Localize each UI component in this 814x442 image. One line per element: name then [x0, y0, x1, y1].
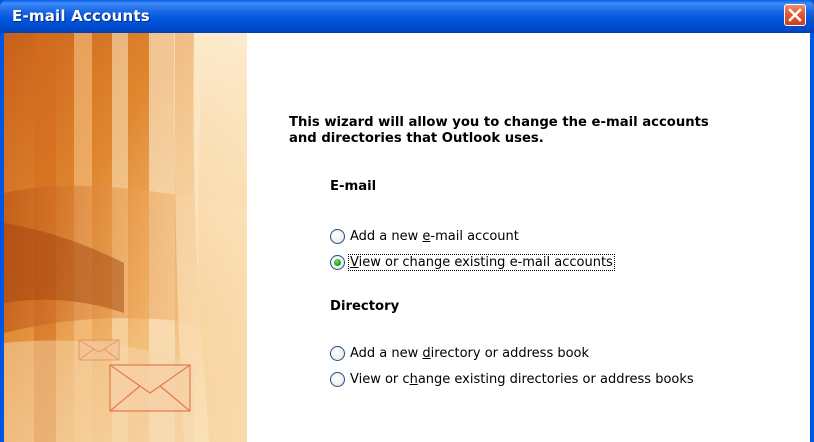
dialog-client-area: This wizard will allow you to change the… — [4, 33, 810, 442]
small-envelope-icon — [78, 339, 120, 361]
radio-button[interactable] — [330, 345, 345, 361]
add-email-account-label: Add a new e-mail account — [350, 228, 519, 244]
close-icon — [788, 8, 802, 22]
large-envelope-icon — [109, 364, 191, 412]
email-group-label: E-mail — [330, 179, 377, 194]
directory-group-label: Directory — [330, 299, 400, 314]
add-directory-label: Add a new directory or address book — [350, 345, 590, 361]
radio-button[interactable] — [330, 228, 345, 244]
add-email-account-option[interactable]: Add a new e-mail account — [330, 226, 520, 246]
title-bar[interactable]: E-mail Accounts — [0, 0, 814, 33]
wizard-banner-image — [4, 33, 247, 442]
window-title: E-mail Accounts — [12, 7, 150, 25]
radio-button-selected[interactable] — [330, 254, 345, 270]
intro-text: This wizard will allow you to change the… — [289, 115, 709, 146]
radio-selected-dot — [334, 258, 341, 266]
view-change-directories-label: View or change existing directories or a… — [350, 371, 694, 387]
view-change-email-accounts-label: View or change existing e-mail accounts — [348, 253, 615, 271]
close-button[interactable] — [784, 4, 806, 26]
radio-button[interactable] — [330, 371, 345, 387]
wizard-content: This wizard will allow you to change the… — [247, 33, 810, 442]
add-directory-option[interactable]: Add a new directory or address book — [330, 343, 590, 363]
view-change-email-accounts-option[interactable]: View or change existing e-mail accounts — [330, 252, 615, 272]
email-accounts-window: E-mail Accounts This wizard will allow y… — [0, 0, 814, 442]
view-change-directories-option[interactable]: View or change existing directories or a… — [330, 369, 695, 389]
